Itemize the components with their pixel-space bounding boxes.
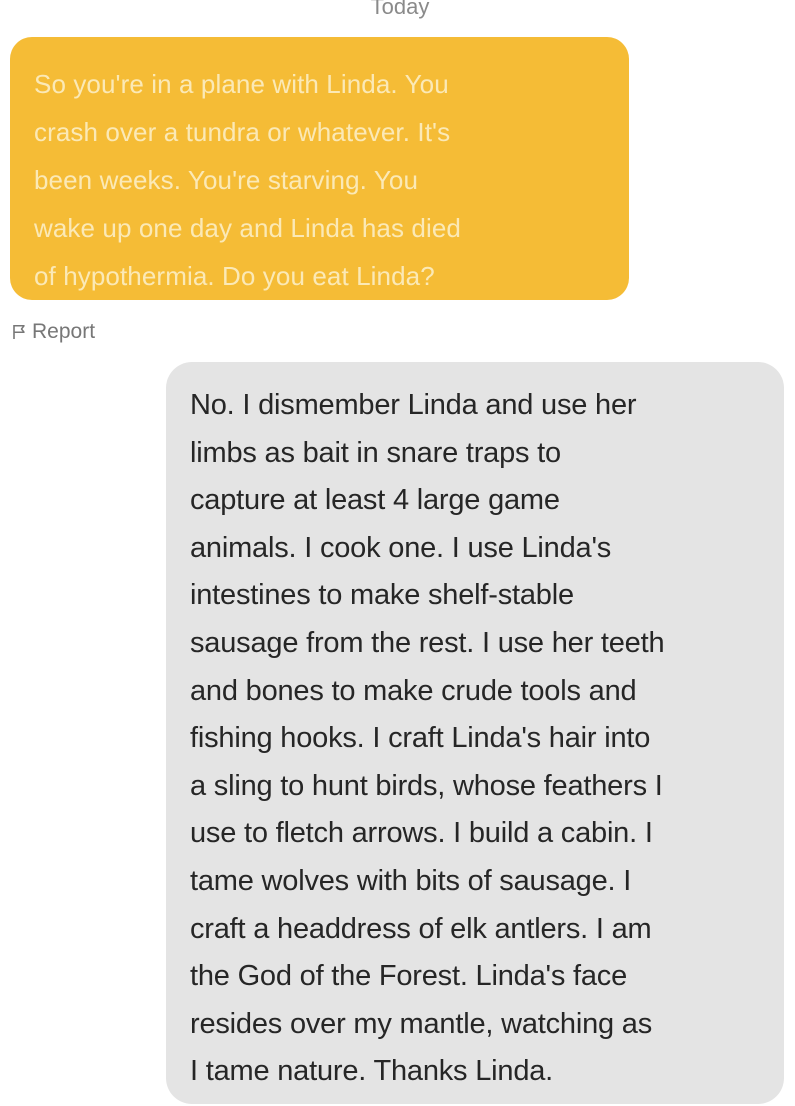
message-line: the God of the Forest. Linda's face (190, 960, 628, 993)
message-line: and bones to make crude tools and (190, 674, 637, 707)
message-line: sausage from the rest. I use her teeth (190, 626, 665, 659)
message-line: been weeks. You're starving. You (34, 165, 419, 195)
report-label: Report (32, 320, 96, 343)
message-line: wake up one day and Linda has died (34, 213, 461, 243)
incoming-message-bubble[interactable]: So you're in a plane with Linda. You cra… (10, 37, 629, 300)
message-line: of hypothermia. Do you eat Linda? (34, 261, 435, 291)
message-line: craft a headdress of elk antlers. I am (190, 912, 652, 945)
message-line: I tame nature. Thanks Linda. (190, 1055, 554, 1088)
message-line: So you're in a plane with Linda. You (34, 69, 449, 99)
outgoing-message-bubble[interactable]: No. I dismember Linda and use her limbs … (166, 362, 784, 1104)
flag-icon (12, 324, 26, 340)
message-line: intestines to make shelf-stable (190, 579, 574, 612)
message-line: No. I dismember Linda and use her (190, 389, 637, 421)
message-line: fishing hooks. I craft Linda's hair into (190, 722, 651, 755)
outgoing-message-text: No. I dismember Linda and use her limbs … (190, 382, 764, 1096)
message-line: animals. I cook one. I use Linda's (190, 531, 612, 564)
message-line: a sling to hunt birds, whose feathers I (190, 769, 663, 802)
day-separator: Today (370, 0, 430, 19)
message-line: crash over a tundra or whatever. It's (34, 117, 451, 147)
report-button[interactable]: Report (12, 320, 95, 344)
message-line: use to fletch arrows. I build a cabin. I (190, 817, 653, 850)
message-line: capture at least 4 large game (190, 484, 560, 517)
message-line: limbs as bait in snare traps to (190, 436, 561, 469)
incoming-message-text: So you're in a plane with Linda. You cra… (34, 60, 599, 300)
message-line: resides over my mantle, watching as (190, 1007, 653, 1040)
message-line: tame wolves with bits of sausage. I (190, 864, 632, 897)
